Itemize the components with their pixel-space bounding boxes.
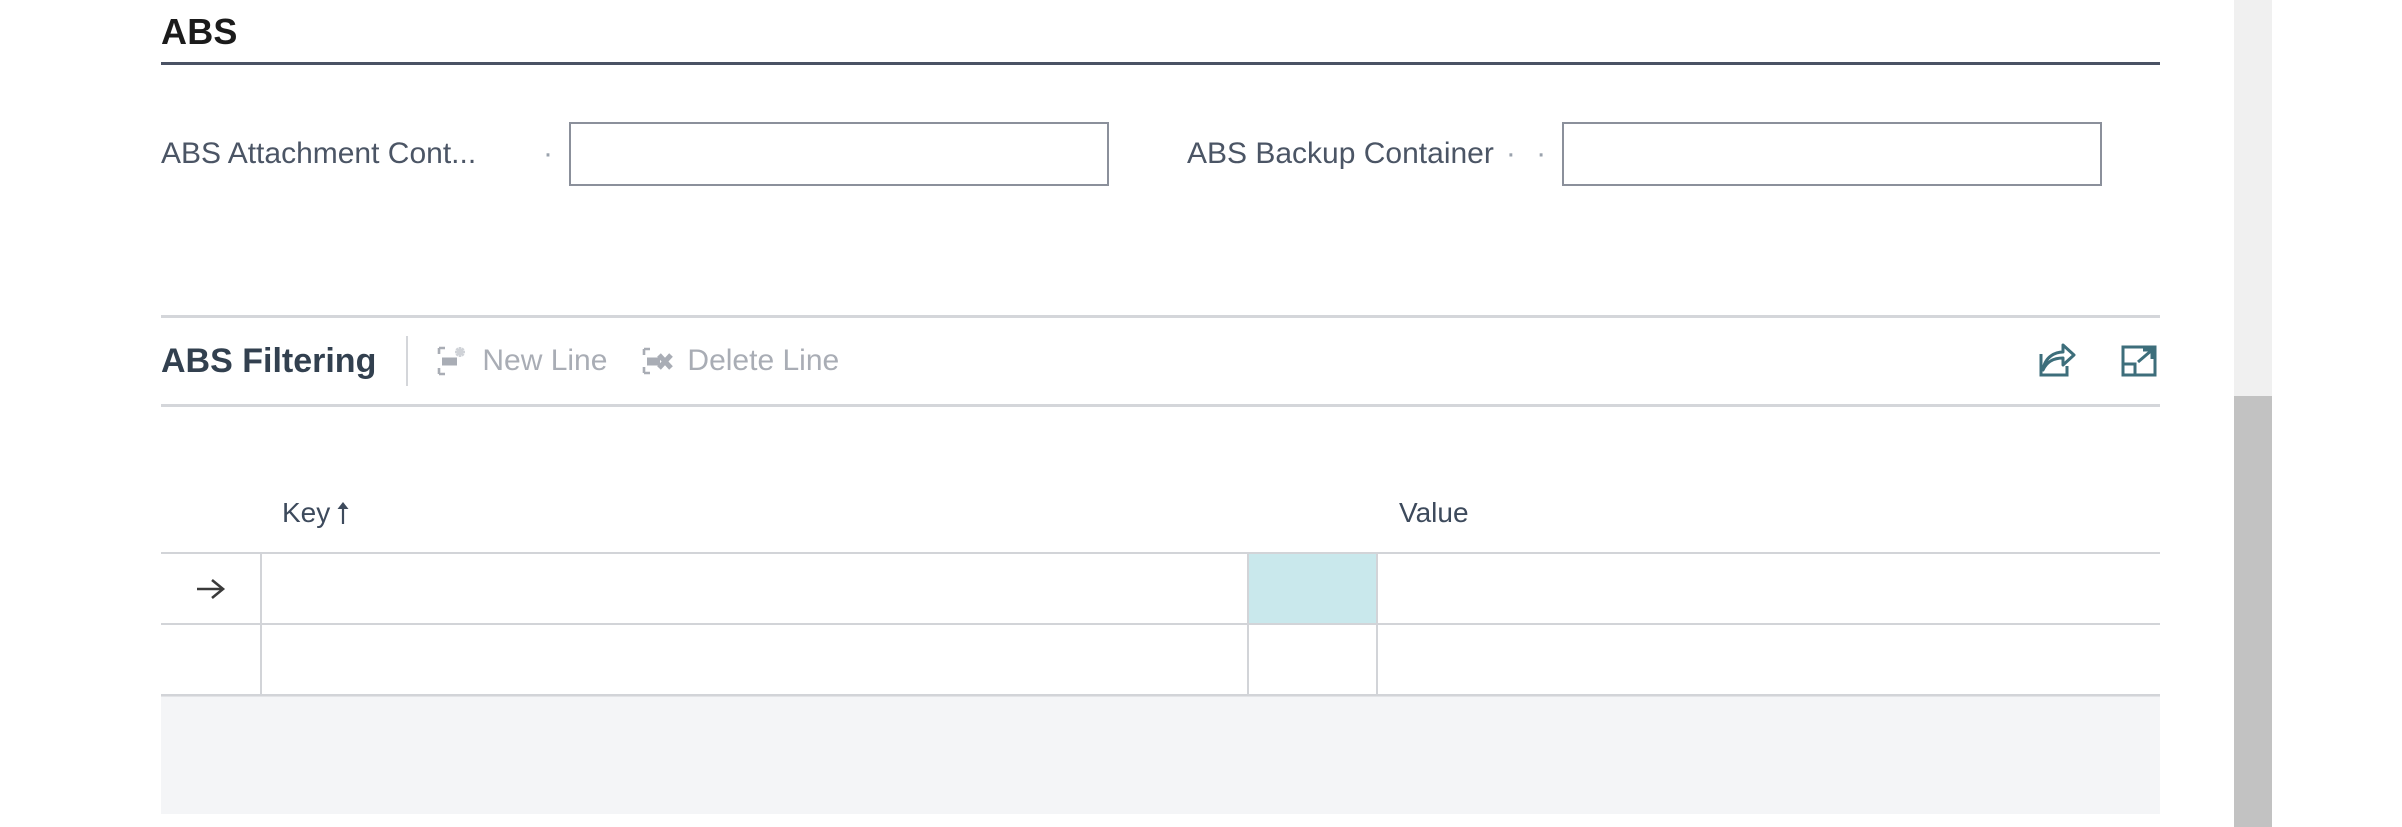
part-title: ABS Filtering [161, 341, 376, 381]
field-dot-leader-backup: · · [1494, 136, 1562, 172]
row-indicator-cell [161, 625, 262, 694]
field-label-abs-backup-container: ABS Backup Container [1187, 136, 1494, 172]
field-row: ABS Attachment Cont... · ABS Backup Cont… [161, 118, 2160, 208]
open-in-new-window-icon[interactable] [2118, 340, 2160, 382]
delete-line-button[interactable]: Delete Line [641, 343, 839, 379]
cell-key[interactable] [262, 625, 1249, 694]
vertical-scrollbar[interactable] [2207, 0, 2402, 827]
field-abs-backup-container: ABS Backup Container · · [1187, 118, 2102, 190]
abs-filtering-grid: Key Value [161, 474, 2160, 814]
toolbar-separator [406, 336, 408, 386]
cell-selected[interactable] [1249, 554, 1378, 623]
table-row[interactable] [161, 554, 2160, 625]
cell-key[interactable] [262, 554, 1249, 623]
part-action-icons [2036, 318, 2160, 404]
grid-header-row: Key Value [161, 474, 2160, 552]
abs-attachment-container-input[interactable] [569, 122, 1109, 186]
row-indicator-cell [161, 554, 262, 623]
part-abs-filtering: ABS Filtering [161, 315, 2160, 407]
cell-mid[interactable] [1249, 625, 1378, 694]
content-column: ABS ABS Attachment Cont... · ABS Backup … [161, 0, 2160, 827]
sort-ascending-icon [334, 500, 352, 526]
cell-value[interactable] [1378, 625, 2160, 694]
new-line-icon [436, 344, 470, 378]
group-heading-divider [161, 62, 2160, 65]
delete-line-icon [641, 344, 675, 378]
part-header: ABS Filtering [161, 318, 2160, 404]
scrollbar-thumb[interactable] [2234, 396, 2272, 827]
abs-backup-container-input[interactable] [1562, 122, 2102, 186]
page-root: ABS ABS Attachment Cont... · ABS Backup … [0, 0, 2402, 827]
grid-header-value[interactable]: Value [1378, 496, 2160, 530]
current-row-arrow-icon [191, 575, 231, 603]
grid-body [161, 552, 2160, 696]
share-icon[interactable] [2036, 340, 2078, 382]
group-heading-abs: ABS [161, 10, 2160, 65]
page-title: ABS [161, 10, 2160, 54]
field-abs-attachment-container: ABS Attachment Cont... · [161, 118, 1109, 190]
table-row[interactable] [161, 625, 2160, 694]
grid-header-key-label: Key [282, 496, 330, 530]
new-line-button[interactable]: New Line [436, 343, 607, 379]
field-dot-leader-attachment: · [531, 136, 569, 172]
delete-line-label: Delete Line [687, 343, 839, 379]
grid-header-key[interactable]: Key [262, 496, 1249, 530]
cell-value[interactable] [1378, 554, 2160, 623]
grid-header-value-label: Value [1399, 497, 1469, 528]
part-bottom-divider [161, 404, 2160, 407]
grid-footer [161, 696, 2160, 814]
field-label-abs-attachment-container: ABS Attachment Cont... [161, 136, 531, 172]
new-line-label: New Line [482, 343, 607, 379]
